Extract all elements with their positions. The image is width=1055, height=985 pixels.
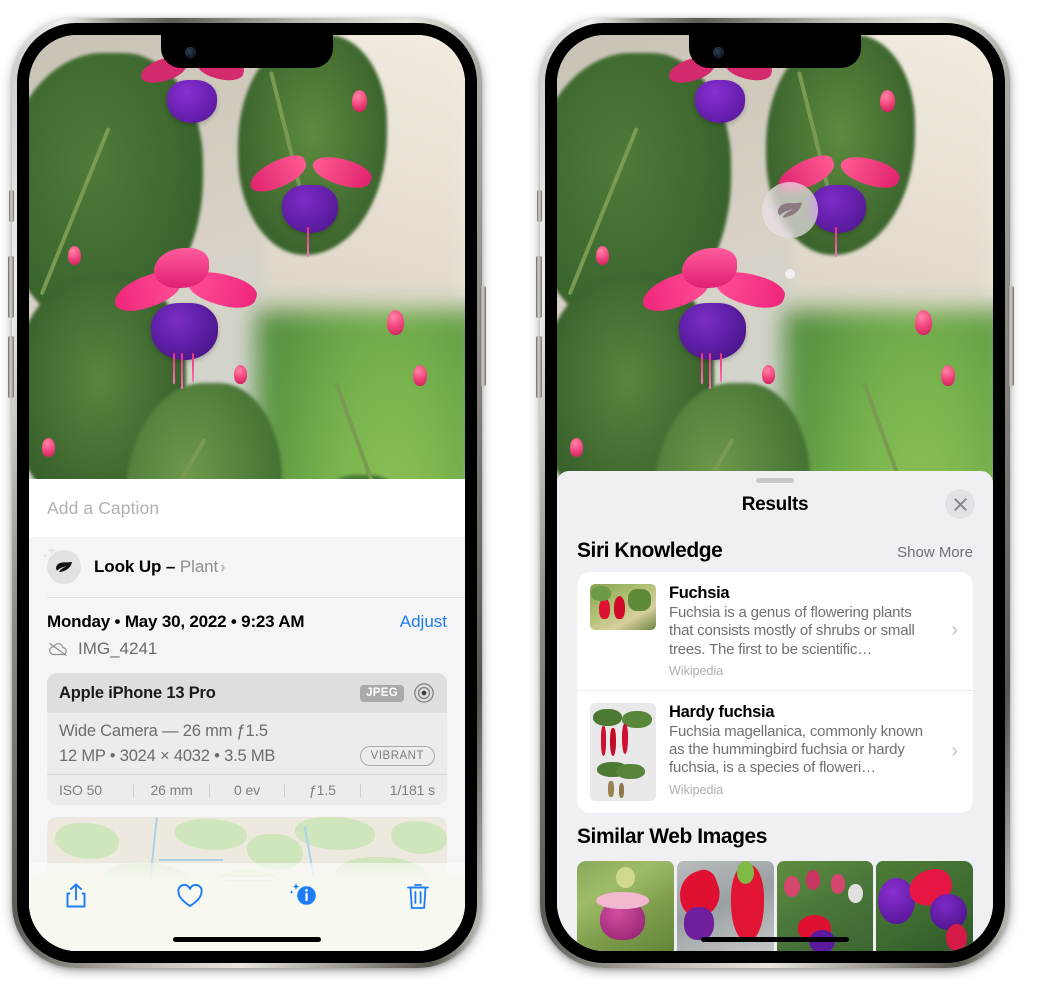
- list-item[interactable]: Hardy fuchsia Fuchsia magellanica, commo…: [577, 689, 973, 813]
- filename: IMG_4241: [78, 639, 158, 658]
- leaf-glyph: [777, 202, 802, 218]
- screenshot-stage: Add a Caption Look Up – Plant › Monday •…: [0, 0, 1055, 985]
- adjust-button[interactable]: Adjust: [400, 612, 447, 632]
- iphone-left: Add a Caption Look Up – Plant › Monday •…: [8, 18, 486, 968]
- notch-right: [689, 35, 861, 68]
- photographic-style-badge: VIBRANT: [359, 746, 435, 766]
- list-item[interactable]: Fuchsia Fuchsia is a genus of flowering …: [577, 572, 973, 690]
- leaf-icon: [43, 546, 81, 584]
- result-thumbnail: [590, 702, 656, 801]
- look-up-label: Look Up – Plant ›: [94, 557, 225, 577]
- section-title: Similar Web Images: [577, 824, 767, 848]
- exif-exposure: 0 ev: [233, 782, 261, 798]
- phone-bezel-right: Results Siri Knowledge Show More Fuchsia…: [545, 23, 1005, 963]
- share-button[interactable]: [55, 877, 97, 915]
- look-up-subject: Plant: [179, 557, 219, 576]
- exif-aperture: ƒ1.5: [308, 782, 336, 798]
- similar-image-thumbnail[interactable]: [577, 860, 674, 951]
- volume-up-button[interactable]: [536, 256, 542, 318]
- iphone-right: Results Siri Knowledge Show More Fuchsia…: [536, 18, 1014, 968]
- visual-lookup-leaf-icon[interactable]: [761, 181, 818, 238]
- result-thumbnail: [590, 584, 656, 630]
- chevron-right-icon: ›: [951, 740, 958, 763]
- home-indicator: [173, 937, 321, 942]
- home-indicator: [701, 937, 849, 942]
- exif-focal: 26 mm: [150, 782, 193, 798]
- metadata-block: Monday • May 30, 2022 • 9:23 AM Adjust I…: [29, 598, 465, 669]
- mute-switch[interactable]: [537, 190, 542, 222]
- look-up-text: Look Up –: [94, 557, 180, 576]
- leaf-glyph: [56, 561, 72, 573]
- screen-left: Add a Caption Look Up – Plant › Monday •…: [29, 35, 465, 951]
- result-description: Fuchsia is a genus of flowering plants t…: [669, 604, 915, 658]
- close-button[interactable]: [945, 489, 975, 519]
- exif-shutter: 1/181 s: [389, 782, 436, 798]
- power-button[interactable]: [480, 286, 486, 386]
- favorite-button[interactable]: [169, 877, 211, 915]
- siri-knowledge-card: Fuchsia Fuchsia is a genus of flowering …: [577, 572, 973, 813]
- chevron-right-icon: ›: [220, 559, 226, 576]
- image-specs: 12 MP • 3024 × 4032 • 3.5 MB: [59, 746, 276, 765]
- result-source: Wikipedia: [669, 782, 724, 797]
- photo-info-sheet: Add a Caption Look Up – Plant › Monday •…: [29, 479, 465, 951]
- exif-iso: ISO 50: [59, 782, 102, 798]
- caption-input[interactable]: Add a Caption: [29, 479, 465, 537]
- power-button[interactable]: [1008, 286, 1014, 386]
- close-icon: [953, 497, 967, 511]
- siri-knowledge-header: Siri Knowledge Show More: [557, 527, 993, 572]
- lens-info: Wide Camera — 26 mm ƒ1.5: [59, 722, 268, 740]
- section-title: Siri Knowledge: [577, 539, 723, 562]
- delete-button[interactable]: [397, 877, 439, 915]
- similar-web-images-header: Similar Web Images: [557, 813, 993, 858]
- format-badge: JPEG: [360, 684, 404, 702]
- capture-date: Monday • May 30, 2022 • 9:23 AM: [47, 612, 305, 631]
- similar-image-thumbnail[interactable]: [876, 860, 973, 951]
- result-description: Fuchsia magellanica, commonly known as t…: [669, 722, 923, 777]
- results-title: Results: [741, 494, 809, 515]
- screen-right: Results Siri Knowledge Show More Fuchsia…: [557, 35, 993, 951]
- camera-info-card[interactable]: Apple iPhone 13 Pro JPEG Wide Camera — 2…: [47, 673, 447, 805]
- front-camera: [713, 47, 724, 58]
- aperture-icon: [414, 683, 434, 703]
- volume-up-button[interactable]: [8, 256, 14, 318]
- volume-down-button[interactable]: [536, 336, 542, 398]
- result-title: Hardy fuchsia: [669, 702, 775, 721]
- phone-bezel-left: Add a Caption Look Up – Plant › Monday •…: [17, 23, 477, 963]
- show-more-button[interactable]: Show More: [897, 544, 973, 561]
- exif-row: ISO 50 26 mm 0 ev ƒ1.5 1/181 s: [47, 774, 447, 805]
- caption-placeholder: Add a Caption: [47, 497, 160, 518]
- chevron-right-icon: ›: [951, 619, 958, 642]
- volume-down-button[interactable]: [8, 336, 14, 398]
- mute-switch[interactable]: [9, 190, 14, 222]
- result-title: Fuchsia: [669, 584, 730, 602]
- result-source: Wikipedia: [669, 663, 724, 678]
- info-button[interactable]: [283, 877, 325, 915]
- look-up-row[interactable]: Look Up – Plant ›: [29, 537, 465, 597]
- camera-model: Apple iPhone 13 Pro: [59, 683, 216, 702]
- results-sheet: Results Siri Knowledge Show More Fuchsia…: [557, 471, 993, 951]
- notch-left: [161, 35, 333, 68]
- icloud-slash-icon: [49, 642, 67, 656]
- front-camera: [185, 47, 196, 58]
